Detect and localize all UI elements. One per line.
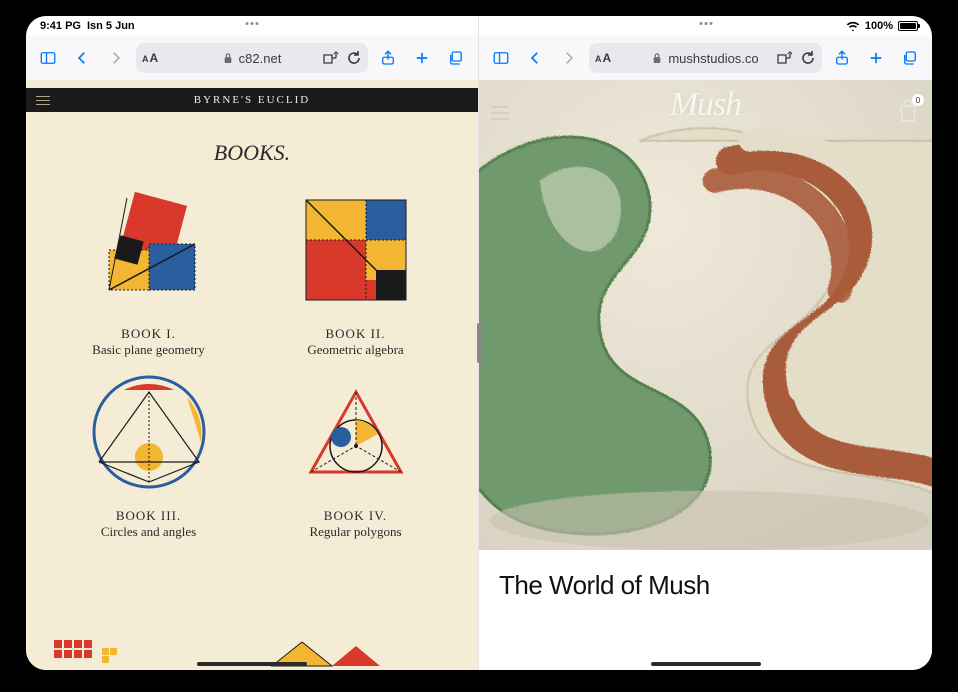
address-bar[interactable]: AA mushstudios.co: [589, 43, 822, 73]
book-1-number: BOOK I.: [121, 326, 176, 342]
text-size-button[interactable]: AA: [142, 51, 158, 65]
book-4-subtitle: Regular polygons: [309, 524, 401, 540]
url-text: c82.net: [239, 51, 282, 66]
status-date: Isn 5 Jun: [87, 20, 135, 32]
tabs-button[interactable]: [896, 44, 924, 72]
back-button[interactable]: [521, 44, 549, 72]
text-size-button[interactable]: AA: [595, 51, 611, 65]
lock-icon: [652, 52, 662, 64]
split-view: AA c82.net: [26, 16, 932, 670]
book-link-3[interactable]: BOOK III. Circles and angles: [50, 362, 247, 540]
hero-artwork: [479, 80, 932, 550]
web-content-right[interactable]: Mush 0: [479, 80, 932, 670]
battery-text: 100%: [865, 20, 893, 32]
wifi-icon: [846, 21, 860, 31]
site-logo[interactable]: Mush: [670, 86, 742, 124]
site-menu-icon[interactable]: [36, 93, 50, 108]
book-3-number: BOOK III.: [116, 508, 181, 524]
books-grid: BOOK I. Basic plane geometry: [26, 166, 478, 540]
reload-button[interactable]: [344, 48, 364, 68]
book-2-illustration: [286, 180, 426, 320]
back-button[interactable]: [68, 44, 96, 72]
page-headline: The World of Mush: [479, 550, 932, 621]
book-4-illustration: [286, 362, 426, 502]
new-tab-button[interactable]: [408, 44, 436, 72]
book-2-subtitle: Geometric algebra: [307, 342, 403, 358]
book-3-subtitle: Circles and angles: [101, 524, 196, 540]
book-2-number: BOOK II.: [326, 326, 386, 342]
share-button[interactable]: [828, 44, 856, 72]
extensions-icon[interactable]: [774, 48, 794, 68]
section-heading: BOOKS.: [26, 140, 478, 166]
forward-button[interactable]: [102, 44, 130, 72]
book-link-4[interactable]: BOOK IV. Regular polygons: [257, 362, 454, 540]
book-1-illustration: [79, 180, 219, 320]
book-link-1[interactable]: BOOK I. Basic plane geometry: [50, 180, 247, 358]
book-4-number: BOOK IV.: [324, 508, 387, 524]
safari-toolbar-right: AA mushstudios.co: [479, 36, 932, 80]
new-tab-button[interactable]: [862, 44, 890, 72]
sidebar-button[interactable]: [487, 44, 515, 72]
site-title: BYRNE'S EUCLID: [26, 88, 478, 112]
web-content-left[interactable]: BYRNE'S EUCLID BOOKS.: [26, 80, 478, 670]
extensions-icon[interactable]: [320, 48, 340, 68]
right-app-safari: AA mushstudios.co: [479, 16, 932, 670]
home-indicator[interactable]: [197, 662, 307, 666]
home-indicator[interactable]: [651, 662, 761, 666]
tabs-button[interactable]: [442, 44, 470, 72]
book-1-subtitle: Basic plane geometry: [92, 342, 205, 358]
address-bar[interactable]: AA c82.net: [136, 43, 368, 73]
left-app-safari: AA c82.net: [26, 16, 479, 670]
ipad-device-frame: 9:41 PG Isn 5 Jun 100%: [0, 0, 958, 692]
status-bar: 9:41 PG Isn 5 Jun 100%: [26, 16, 932, 36]
book-link-2[interactable]: BOOK II. Geometric algebra: [257, 180, 454, 358]
url-text: mushstudios.co: [668, 51, 758, 66]
safari-toolbar-left: AA c82.net: [26, 36, 478, 80]
sidebar-button[interactable]: [34, 44, 62, 72]
book-3-illustration: [79, 362, 219, 502]
hero-section: Mush 0: [479, 80, 932, 550]
cart-count-badge: 0: [912, 94, 924, 106]
share-button[interactable]: [374, 44, 402, 72]
lock-icon: [223, 52, 233, 64]
forward-button[interactable]: [555, 44, 583, 72]
screen: 9:41 PG Isn 5 Jun 100%: [26, 16, 932, 670]
reload-button[interactable]: [798, 48, 818, 68]
site-menu-icon[interactable]: [491, 102, 509, 124]
status-time: 9:41 PG: [40, 20, 81, 32]
cart-button[interactable]: 0: [896, 98, 920, 124]
battery-icon: [898, 21, 918, 31]
split-view-divider[interactable]: [477, 323, 481, 363]
